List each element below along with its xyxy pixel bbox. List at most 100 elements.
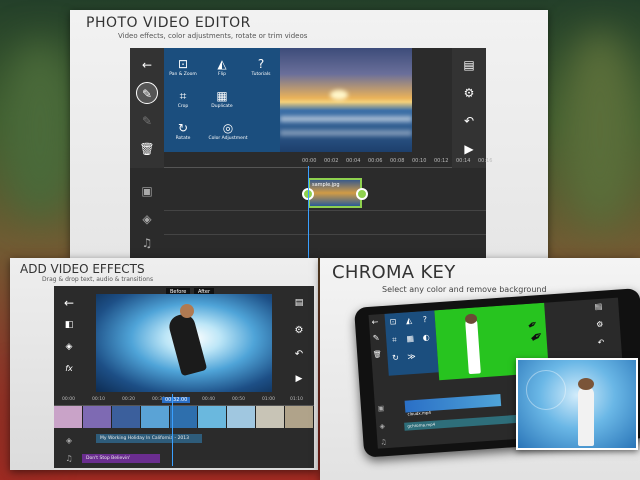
play-icon[interactable]: ▶ — [288, 368, 310, 390]
film-frame — [82, 406, 112, 428]
menu-item-rotate[interactable]: ↻ Rotate — [164, 120, 202, 142]
video-clip-track[interactable]: cloudx.mp4 — [404, 394, 502, 417]
video-filmstrip[interactable] — [54, 406, 315, 428]
image-clip[interactable]: sample.jpg — [308, 178, 362, 208]
menu-item-color-adjustment[interactable]: ◎ Color Adjustment — [203, 120, 253, 142]
person-head — [578, 378, 594, 390]
ruler-tick: 00:02 — [324, 158, 339, 164]
hud-circle — [526, 370, 566, 410]
ruler-tick: 00:20 — [122, 397, 135, 402]
image-track-icon[interactable]: ▣ — [136, 180, 158, 202]
film-frame — [256, 406, 286, 428]
surfer-head — [180, 304, 194, 318]
undo-icon[interactable]: ↶ — [592, 334, 609, 351]
menu-label: Flip — [218, 72, 226, 77]
audio-track-clip[interactable]: Don't Stop Believin' — [82, 454, 160, 463]
panel1-title: PHOTO VIDEO EDITOR — [86, 15, 251, 31]
ruler-tick: 00:50 — [232, 397, 245, 402]
menu-item-rotate[interactable]: ↻ — [387, 353, 404, 364]
crop-icon: ⌗ — [179, 89, 187, 103]
crop-icon: ⌗ — [391, 335, 397, 345]
menu-item-pan-zoom[interactable]: ⊡ — [385, 317, 402, 328]
layers-icon[interactable]: ◈ — [374, 418, 391, 435]
photo-video-editor-panel: PHOTO VIDEO EDITOR Video effects, color … — [70, 10, 548, 258]
gear-icon[interactable]: ⚙ — [288, 320, 310, 342]
gear-icon[interactable]: ⚙ — [591, 316, 608, 333]
image-track-icon[interactable]: ▣ — [373, 400, 390, 417]
music-icon[interactable]: ♫ — [375, 434, 392, 449]
playhead[interactable] — [172, 394, 173, 466]
play-icon[interactable]: ▶ — [458, 138, 480, 160]
add-media-icon[interactable]: ◧ — [58, 314, 80, 336]
film-export-icon[interactable]: ▤ — [590, 298, 607, 315]
ruler-tick: 00:08 — [390, 158, 405, 164]
ruler-tick: 00:04 — [346, 158, 361, 164]
trim-handle-right[interactable] — [356, 188, 368, 200]
speed-icon: ≫ — [407, 351, 417, 362]
menu-item-tutorials[interactable]: ? Tutorials — [242, 56, 280, 78]
menu-item-crop[interactable]: ⌗ — [386, 335, 403, 346]
menu-label: Crop — [177, 104, 189, 109]
back-arrow-icon[interactable]: ← — [136, 54, 158, 76]
text-track-clip[interactable]: My Working Holiday In California - 2013 — [96, 434, 202, 443]
film-frame — [140, 406, 170, 428]
flip-icon: ◭ — [217, 57, 227, 71]
menu-item-chroma[interactable]: ◐ — [418, 332, 435, 343]
left-toolbar: ← ✎ ✎ 🗑 — [130, 48, 164, 168]
music-icon[interactable]: ♫ — [136, 232, 158, 254]
chroma-result-preview — [516, 358, 638, 450]
person-figure — [464, 317, 481, 375]
person-figure — [578, 386, 594, 446]
menu-item-duplicate[interactable]: ▦ — [402, 334, 419, 345]
trash-icon[interactable]: 🗑 — [369, 346, 386, 363]
film-export-icon[interactable]: ▤ — [288, 292, 310, 314]
undo-icon[interactable]: ↶ — [458, 110, 480, 132]
help-icon: ? — [422, 314, 428, 325]
ruler-tick: 00:10 — [412, 158, 427, 164]
clip-label: sample.jpg — [312, 182, 340, 188]
editor-screen-1: ← ✎ ✎ 🗑 ⊡ Pan & Zoom ◭ Flip ? Tutorials … — [130, 48, 492, 258]
clip-label: cloudx.mp4 — [407, 409, 432, 417]
back-arrow-icon[interactable]: ← — [58, 292, 80, 314]
surfer-preview — [96, 294, 272, 392]
music-icon[interactable]: ♫ — [58, 448, 80, 470]
film-export-icon[interactable]: ▤ — [458, 54, 480, 76]
film-frame — [198, 406, 228, 428]
layers-icon[interactable]: ◈ — [136, 208, 158, 230]
ruler-tick: 00:16 — [478, 158, 493, 164]
gear-icon[interactable]: ⚙ — [458, 82, 480, 104]
playhead[interactable] — [308, 166, 309, 258]
menu-item-pan-zoom[interactable]: ⊡ Pan & Zoom — [164, 56, 202, 78]
back-arrow-icon[interactable]: ← — [369, 314, 384, 331]
menu-item-flip[interactable]: ◭ Flip — [203, 56, 241, 78]
brush-icon[interactable]: ✎ — [136, 110, 158, 132]
ruler-tick: 00:40 — [202, 397, 215, 402]
menu-item-flip[interactable]: ◭ — [401, 316, 418, 327]
ruler-tick: 00:12 — [434, 158, 449, 164]
trash-icon[interactable]: 🗑 — [136, 138, 158, 160]
film-frame — [111, 406, 141, 428]
menu-item-speed[interactable]: ≫ — [403, 352, 420, 363]
undo-icon[interactable]: ↶ — [288, 344, 310, 366]
ruler-tick: 01:10 — [290, 397, 303, 402]
layers-icon[interactable]: ◈ — [58, 336, 80, 358]
menu-item-crop[interactable]: ⌗ Crop — [164, 88, 202, 110]
menu-label: Tutorials — [251, 72, 271, 77]
wave — [280, 116, 412, 122]
help-icon: ? — [257, 57, 265, 71]
right-toolbar: ▤ ⚙ ↶ ▶ — [452, 48, 486, 168]
flip-icon: ◭ — [405, 315, 413, 326]
menu-item-tutorials[interactable]: ? — [417, 315, 434, 326]
menu-item-duplicate[interactable]: ▦ Duplicate — [203, 88, 241, 110]
chroma-key-icon: ◐ — [422, 332, 431, 343]
edit-menu: ⊡ ◭ ? ⌗ ▦ ◐ ↻ ≫ — [384, 310, 439, 376]
edit-menu: ⊡ Pan & Zoom ◭ Flip ? Tutorials ⌗ Crop ▦… — [164, 48, 280, 152]
panel1-subtitle: Video effects, color adjustments, rotate… — [118, 32, 308, 40]
edit-pencil-icon[interactable]: ✎ — [136, 82, 158, 104]
edit-pencil-icon[interactable]: ✎ — [369, 330, 385, 347]
chroma-clip-track[interactable]: gchroma.mp4 — [404, 414, 525, 431]
fx-icon[interactable]: fx — [58, 358, 80, 380]
panel3-subtitle: Select any color and remove background — [382, 285, 547, 294]
current-timecode: 00:32.00 — [162, 397, 191, 403]
ruler-tick: 01:00 — [262, 397, 275, 402]
